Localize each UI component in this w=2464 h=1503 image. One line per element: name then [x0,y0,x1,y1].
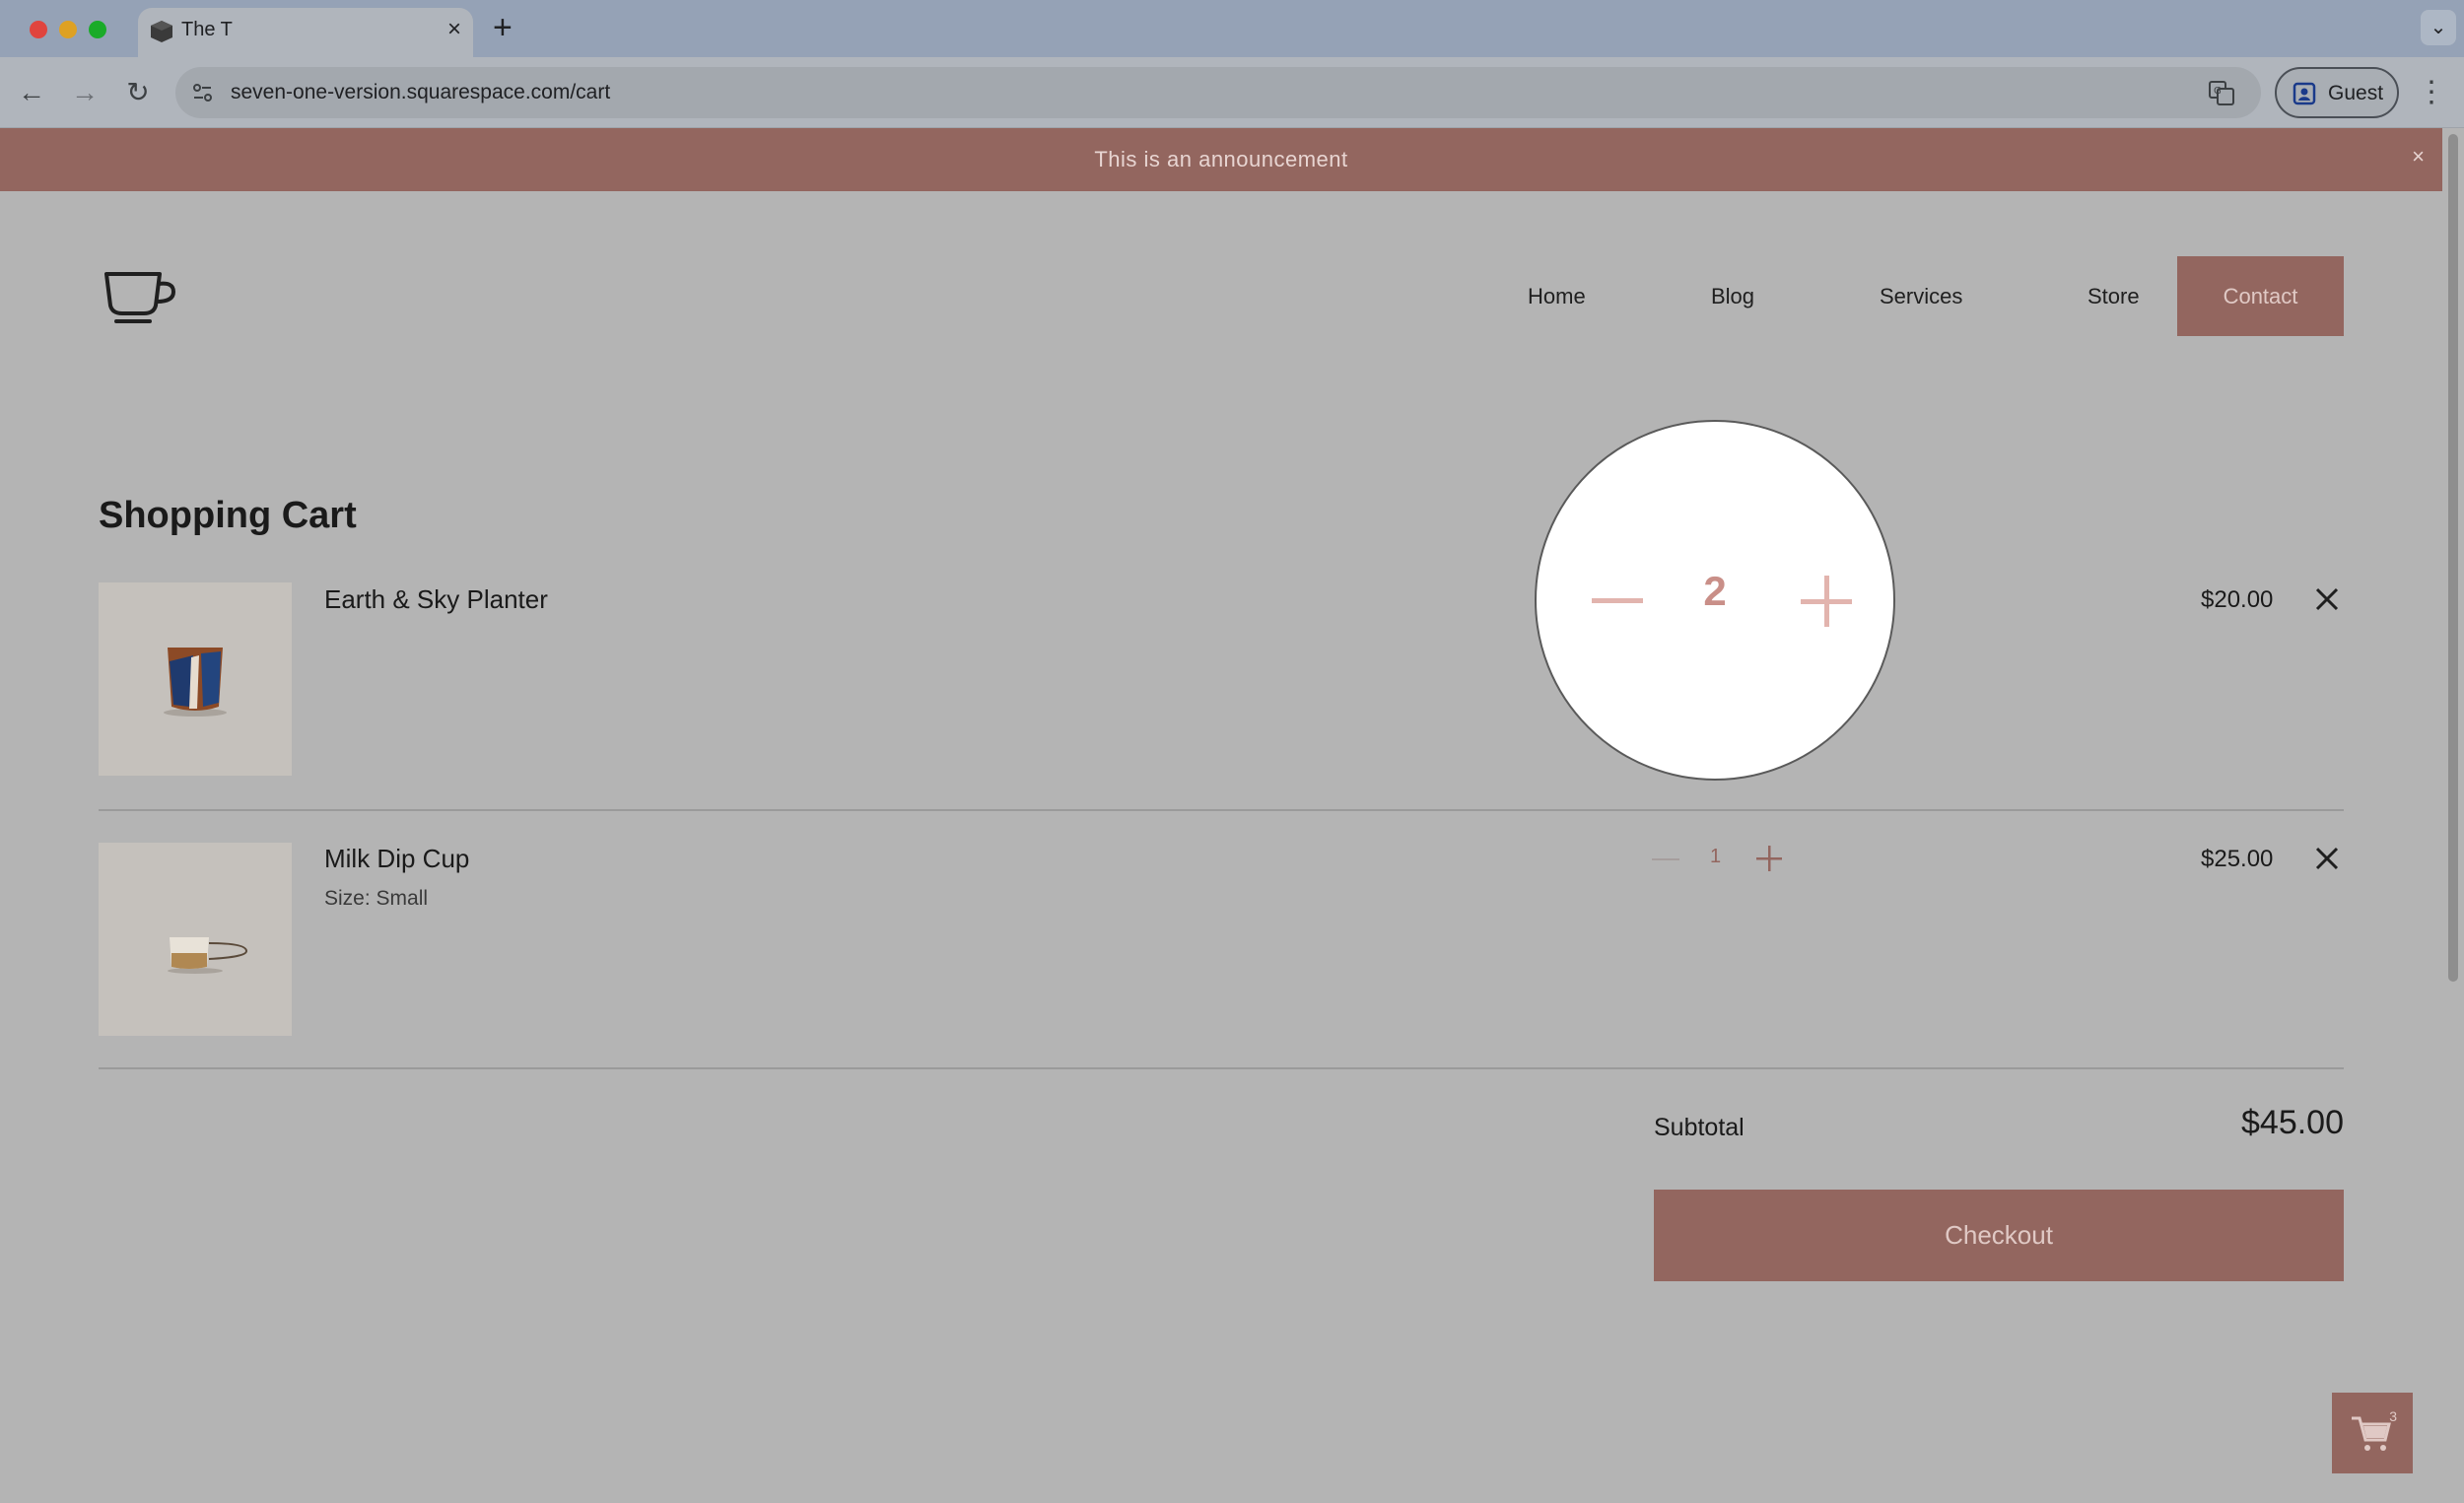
increase-quantity-icon[interactable] [1801,576,1852,627]
contact-button[interactable]: Contact [2177,256,2344,336]
nav-home[interactable]: Home [1528,284,1586,309]
minimize-window-button[interactable] [59,21,77,38]
scrollbar-thumb[interactable] [2448,134,2458,982]
maximize-window-button[interactable] [89,21,106,38]
subtotal-label: Subtotal [1654,1114,1745,1141]
subtotal-value: $45.00 [2241,1104,2344,1141]
item-variant: Size: Small [324,887,429,910]
browser-tab[interactable]: The T × [138,8,473,57]
remove-item-icon[interactable] [2314,586,2340,612]
new-tab-button[interactable]: + [493,10,513,45]
item-price: $25.00 [2201,846,2274,872]
forward-arrow-icon[interactable]: → [65,73,104,112]
quantity-value: 1 [1710,846,1722,867]
floating-cart-button[interactable]: 3 [2332,1393,2413,1473]
tab-title: The T [181,19,233,40]
url-text: seven-one-version.squarespace.com/cart [231,81,611,103]
site-settings-icon[interactable] [189,79,217,106]
remove-item-icon[interactable] [2314,846,2340,871]
announcement-text: This is an announcement [1094,147,1348,171]
browser-menu-icon[interactable]: ⋮ [2417,73,2446,112]
svg-text:G: G [2214,86,2222,97]
cube-favicon-icon [151,21,172,42]
back-arrow-icon[interactable]: ← [12,73,51,112]
nav-blog[interactable]: Blog [1711,284,1754,309]
tab-close-icon[interactable]: × [447,16,461,43]
page-scrollbar[interactable] [2442,128,2464,1503]
address-bar[interactable]: seven-one-version.squarespace.com/cart G [175,67,2261,118]
planter-image [164,648,227,717]
reload-icon[interactable]: ↻ [118,73,158,112]
item-divider [99,809,2344,811]
item-name[interactable]: Milk Dip Cup [324,844,469,874]
item-divider [99,1067,2344,1069]
increase-quantity-icon[interactable] [1756,846,1782,871]
browser-toolbar: ← → ↻ seven-one-version.squarespace.com/… [0,57,2464,128]
profile-label: Guest [2328,82,2384,104]
tab-search-chevron-icon[interactable]: ⌄ [2421,10,2456,45]
nav-store[interactable]: Store [2088,284,2140,309]
shopping-cart-icon [2352,1416,2391,1451]
nav-services[interactable]: Services [1880,284,1962,309]
quantity-stepper-magnified: 2 [1535,420,1895,781]
product-image-planter[interactable] [99,582,292,776]
close-window-button[interactable] [30,21,47,38]
product-image-milk-dip-cup[interactable] [99,843,292,1036]
item-name[interactable]: Earth & Sky Planter [324,584,548,615]
cart-count-badge: 3 [2389,1408,2397,1424]
announcement-close-icon[interactable]: × [2412,144,2425,170]
checkout-button[interactable]: Checkout [1654,1190,2344,1281]
decrease-quantity-icon[interactable] [1652,856,1679,862]
browser-tab-bar: The T × + ⌄ [0,0,2464,57]
page-title: Shopping Cart [99,495,357,536]
translate-icon[interactable]: G [2208,79,2235,106]
profile-icon [2293,82,2316,105]
profile-button[interactable]: Guest [2275,67,2399,118]
cup-image [168,937,248,974]
teacup-logo-icon[interactable] [103,266,181,325]
item-price: $20.00 [2201,586,2274,613]
announcement-bar: This is an announcement × [0,128,2442,191]
